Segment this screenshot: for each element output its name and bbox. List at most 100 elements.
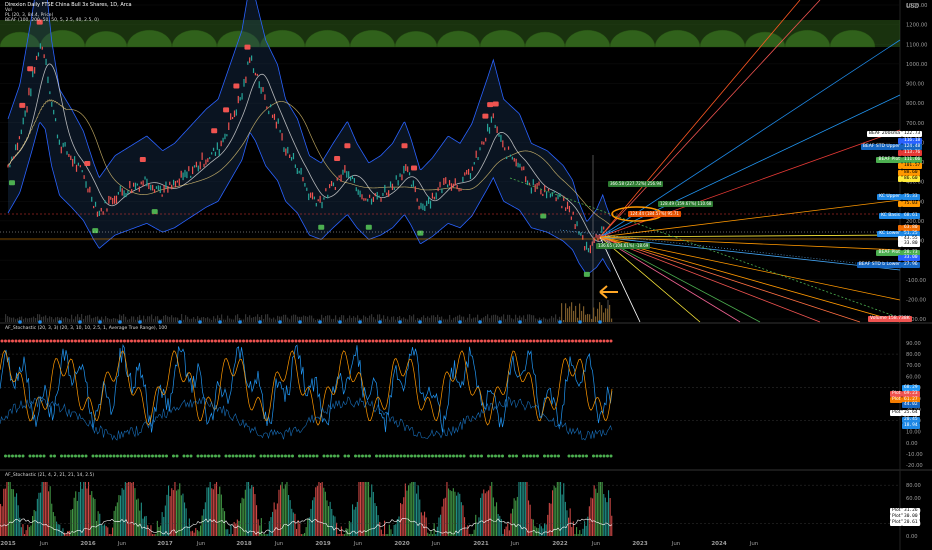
- osc1-signal-dot: [74, 454, 77, 458]
- volume-bar: [45, 315, 47, 322]
- osc1-signal-dot: [256, 339, 259, 343]
- osc1-signal-dot: [284, 339, 287, 343]
- osc1-axis-label: 0.00: [906, 441, 918, 447]
- osc2-histogram-bar: [542, 528, 544, 536]
- volume-bar: [383, 315, 385, 322]
- osc2-histogram-bar: [344, 534, 346, 536]
- volume-bar: [365, 316, 367, 322]
- osc1-signal-dot: [557, 339, 560, 343]
- osc1-signal-dot: [606, 454, 609, 458]
- candle: [222, 137, 224, 143]
- volume-bar: [153, 318, 155, 322]
- osc1-signal-dot: [287, 454, 291, 458]
- osc1-signal-dot: [291, 339, 294, 343]
- osc1-signal-dot: [280, 339, 284, 343]
- candle: [473, 162, 475, 165]
- osc1-signal-dot: [235, 339, 238, 343]
- osc2-histogram-bar: [396, 519, 398, 536]
- candle: [317, 199, 319, 202]
- price-axis-label: 200.00: [906, 219, 924, 225]
- osc1-signal-dot: [60, 454, 63, 458]
- osc2-histogram-bar: [369, 497, 371, 536]
- volume-bar: [183, 319, 185, 322]
- osc2-histogram-bar: [41, 482, 43, 536]
- chart-title: Direxion Daily FTSE China Bull 3x Shares…: [5, 2, 132, 8]
- candle: [142, 180, 144, 187]
- osc2-histogram-bar: [321, 482, 323, 536]
- volume-bar: [305, 316, 307, 322]
- volume-bar: [347, 318, 349, 322]
- osc1-signal-dot: [28, 339, 32, 343]
- osc2-histogram-bar: [528, 500, 530, 536]
- osc2-histogram-bar: [476, 522, 478, 536]
- candle: [401, 174, 403, 181]
- osc2-histogram-bar: [401, 504, 403, 536]
- osc1-signal-dot: [67, 454, 70, 458]
- osc1-signal-dot: [336, 454, 340, 458]
- osc2-histogram-bar: [468, 534, 470, 536]
- osc1-signal-dot: [410, 454, 413, 458]
- osc1-signal-dot: [329, 454, 333, 458]
- candle: [361, 194, 363, 200]
- volume-bar: [177, 317, 179, 322]
- volume-bar: [587, 313, 589, 322]
- volume-bar: [525, 319, 527, 322]
- osc2-histogram-bar: [598, 482, 600, 536]
- candle: [391, 183, 394, 191]
- osc1-signal-dot: [515, 454, 518, 458]
- osc2-histogram-bar: [404, 483, 406, 536]
- candle: [285, 148, 287, 156]
- osc1-signal-dot: [515, 339, 518, 343]
- volume-tag: Volume 158.738K: [868, 316, 912, 322]
- candle: [171, 184, 173, 190]
- osc2-histogram-bar: [78, 491, 80, 536]
- osc2-histogram-bar: [531, 518, 533, 536]
- osc1-signal-dot: [126, 454, 130, 458]
- candle: [542, 193, 544, 196]
- osc2-histogram-bar: [275, 509, 277, 536]
- osc1-signal-dot: [497, 454, 501, 458]
- osc1-signal-dot: [140, 454, 144, 458]
- volume-bar: [411, 316, 413, 322]
- osc2-histogram-bar: [553, 485, 555, 536]
- osc1-signal-dot: [508, 339, 511, 343]
- candle: [279, 129, 281, 133]
- osc1-signal-dot: [210, 454, 214, 458]
- volume-bar: [85, 315, 87, 322]
- volume-bar: [213, 316, 215, 322]
- volume-bar: [489, 318, 491, 322]
- event-marker: [218, 320, 222, 324]
- osc2-histogram-bar: [179, 483, 181, 536]
- candle: [589, 245, 591, 254]
- candle: [454, 178, 456, 186]
- volume-bar: [17, 318, 19, 322]
- buy-signal-marker: [365, 224, 372, 230]
- osc1-signal-dot: [448, 454, 452, 458]
- osc1-signal-dot: [378, 454, 382, 458]
- candle: [186, 171, 188, 179]
- volume-bar: [465, 319, 467, 322]
- osc2-histogram-bar: [0, 503, 2, 536]
- osc1-axis-label: -20.00: [906, 463, 923, 469]
- candle: [435, 192, 437, 200]
- osc1-signal-dot: [378, 339, 382, 343]
- osc1-signal-dot: [35, 454, 39, 458]
- osc2-histogram-bar: [310, 508, 312, 536]
- candle: [230, 113, 232, 120]
- osc2-histogram-bar: [49, 486, 51, 536]
- candle: [131, 189, 133, 194]
- candle: [515, 158, 517, 167]
- candle: [37, 52, 40, 57]
- candle: [287, 146, 289, 154]
- volume-bar: [117, 319, 119, 322]
- volume-bar: [535, 318, 537, 322]
- osc1-signal-dot: [567, 454, 571, 458]
- osc2-histogram-bar: [300, 534, 302, 536]
- osc2-histogram-bar: [211, 488, 213, 536]
- candle: [119, 185, 121, 192]
- osc2-histogram-bar: [473, 529, 475, 536]
- osc1-signal-dot: [175, 454, 179, 458]
- volume-bar: [273, 317, 275, 322]
- volume-bar: [35, 318, 37, 322]
- osc1-signal-dot: [308, 339, 312, 343]
